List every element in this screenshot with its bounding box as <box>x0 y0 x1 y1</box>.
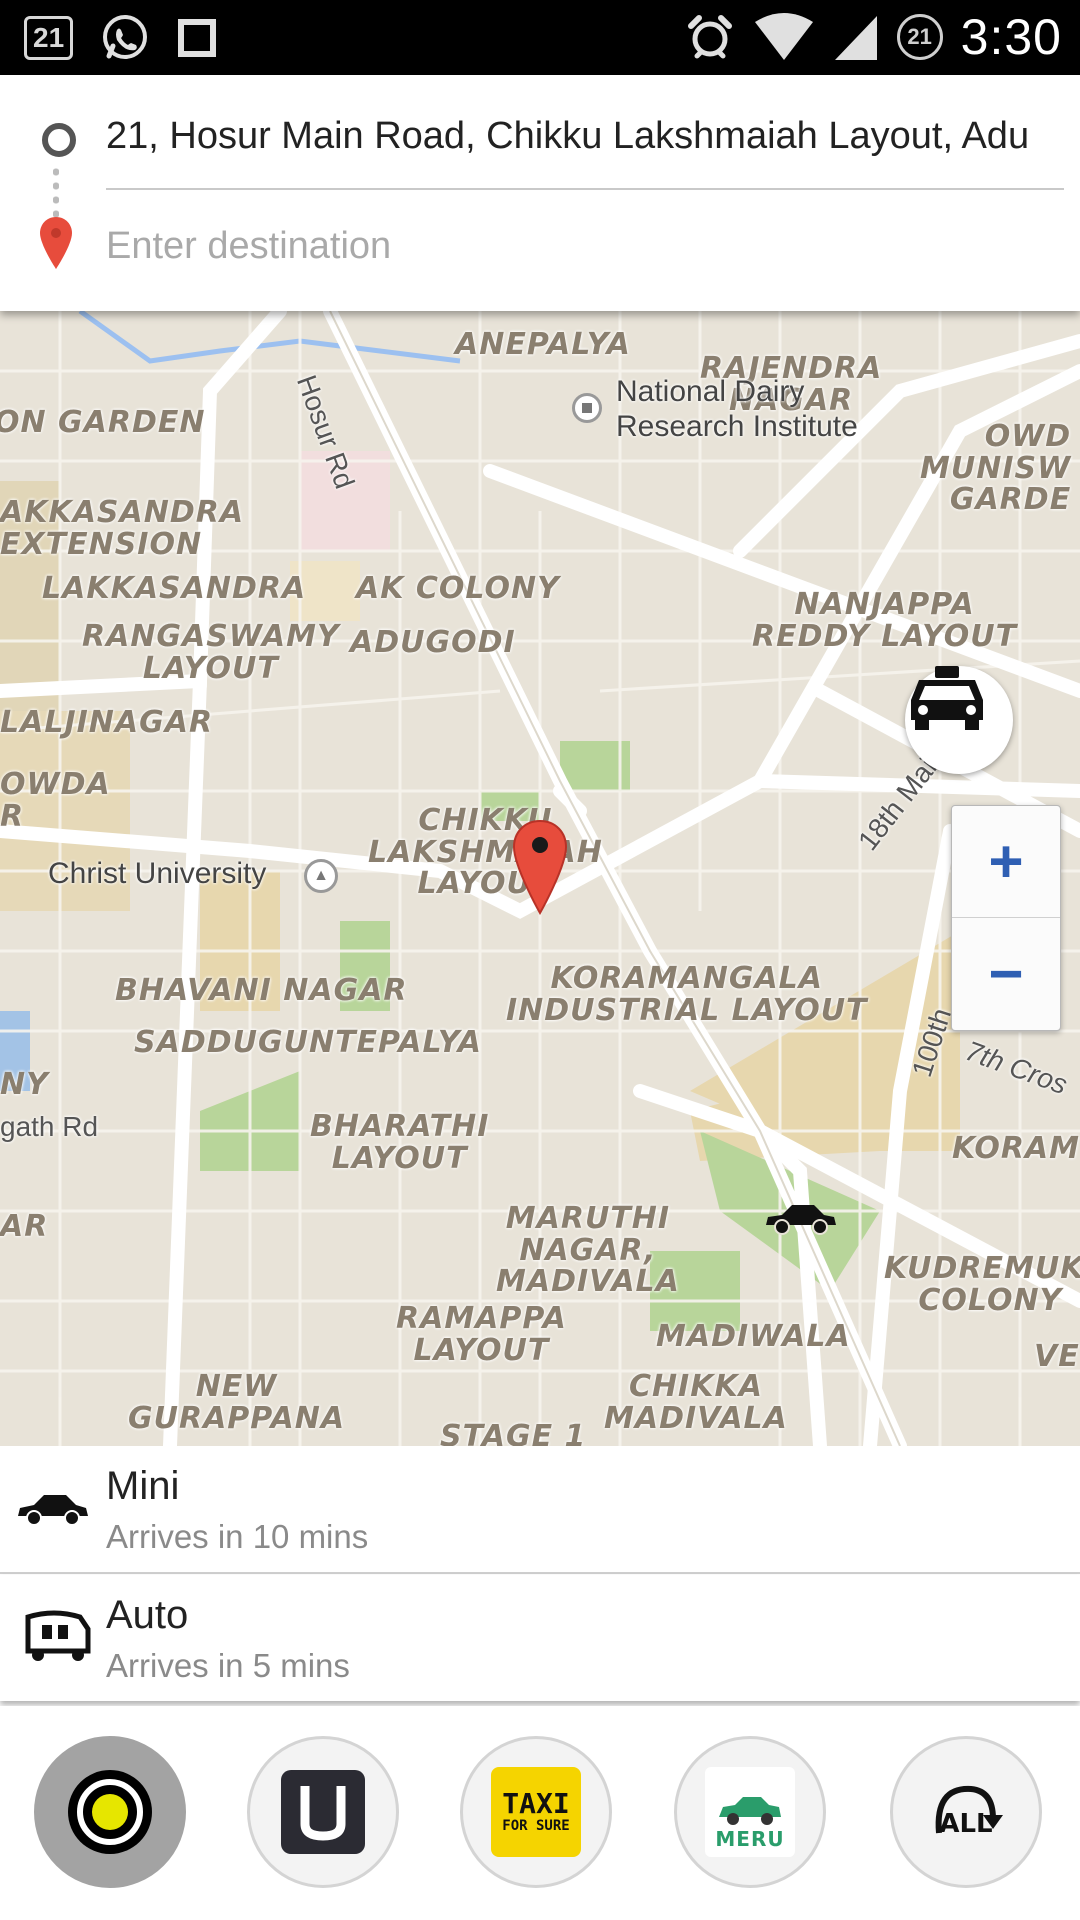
meru-car-icon <box>719 1797 781 1825</box>
all-label: ALL <box>939 1809 993 1839</box>
status-bar: 21 21 3:30 <box>0 0 1080 75</box>
map-area-label: ADUGODI <box>350 625 516 660</box>
map-area-label: ANEPALYA <box>455 327 631 362</box>
map-area-label: KORAM <box>952 1131 1080 1166</box>
poi-label[interactable]: National Dairy Research Institute <box>616 375 858 444</box>
map-area-label: OWDA R <box>0 767 111 834</box>
taxiforsure-logo: TAXI FOR SURE <box>491 1767 581 1857</box>
map-area-label: KORAMANGALA INDUSTRIAL LAYOUT <box>506 961 868 1028</box>
ride-eta: Arrives in 5 mins <box>106 1647 350 1684</box>
nearby-car-icon <box>766 1205 836 1235</box>
map-area-label: VE <box>1034 1339 1080 1374</box>
meru-logo: MERU <box>705 1767 795 1857</box>
meru-label: MERU <box>715 1827 785 1851</box>
pickup-location-pin-icon[interactable] <box>511 819 569 915</box>
map-area-label: NANJAPPA REDDY LAYOUT <box>752 587 1018 654</box>
ride-option-auto[interactable]: Auto Arrives in 5 mins <box>0 1575 1080 1701</box>
map-area-label: AR <box>0 1209 49 1244</box>
ride-name: Auto <box>106 1593 189 1637</box>
trip-address-panel: 21, Hosur Main Road, Chikku Lakshmaiah L… <box>0 75 1080 311</box>
map-area-label: SADDUGUNTEPALYA <box>134 1025 483 1060</box>
poi-label[interactable]: Christ University <box>48 857 266 892</box>
wifi-icon <box>754 13 813 60</box>
screenshot-square-icon <box>178 19 217 57</box>
map-area-label: LALJINAGAR <box>0 705 214 740</box>
car-icon <box>18 1495 88 1526</box>
provider-all-button[interactable]: ALL <box>890 1736 1042 1888</box>
ola-logo-icon <box>68 1770 152 1854</box>
zoom-controls: + − <box>951 805 1061 1031</box>
map-area-label: RAMAPPA LAYOUT <box>396 1301 567 1368</box>
notification-count-icon: 21 <box>24 16 74 60</box>
auto-rickshaw-icon <box>25 1610 91 1661</box>
provider-bar: TAXI FOR SURE MERU ALL <box>0 1706 1080 1920</box>
map-area-label: ON GARDEN <box>0 405 206 440</box>
map-area-label: STAGE 1 <box>440 1419 587 1446</box>
university-marker-icon: ▲ <box>304 859 338 893</box>
taxi-icon <box>911 666 983 730</box>
map-area-label: BHARATHI LAYOUT <box>310 1109 490 1176</box>
provider-ola-button[interactable] <box>34 1736 186 1888</box>
address-divider <box>106 188 1064 190</box>
provider-meru-button[interactable]: MERU <box>674 1736 826 1888</box>
destination-input[interactable]: Enter destination <box>106 225 391 268</box>
provider-uber-button[interactable] <box>247 1736 399 1888</box>
map-area-label: KUDREMUKI COLONY <box>884 1251 1080 1318</box>
battery-level-icon: 21 <box>896 14 943 60</box>
map-area-label: RANGASWAMY LAYOUT <box>82 619 340 686</box>
map-area-label: OWD MUNISW GARDE <box>920 419 1072 517</box>
map-area-label: MADIWALA <box>656 1319 851 1354</box>
taxiforsure-sublabel: FOR SURE <box>502 1817 570 1834</box>
clock: 3:30 <box>960 9 1062 65</box>
provider-taxiforsure-button[interactable]: TAXI FOR SURE <box>460 1736 612 1888</box>
destination-pin-icon <box>40 217 72 269</box>
ride-eta: Arrives in 10 mins <box>106 1518 369 1555</box>
zoom-in-button[interactable]: + <box>952 806 1060 918</box>
map-area-label: NEW GURAPPANA <box>128 1369 346 1436</box>
map-area-label: NY <box>0 1067 49 1102</box>
poi-marker-icon <box>572 393 602 423</box>
signal-icon <box>834 16 877 60</box>
alarm-icon <box>687 15 732 59</box>
ride-option-mini[interactable]: Mini Arrives in 10 mins <box>0 1446 1080 1574</box>
pickup-address-field[interactable]: 21, Hosur Main Road, Chikku Lakshmaiah L… <box>106 115 1066 158</box>
taxi-fab-button[interactable] <box>905 666 1013 774</box>
zoom-out-button[interactable]: − <box>952 918 1060 1029</box>
map-area-label: BHAVANI NAGAR <box>115 973 408 1008</box>
map-area-label: LAKKASANDRA <box>42 571 307 606</box>
map-view[interactable]: ANEPALYA RAJENDRA NAGAR ON GARDEN OWD MU… <box>0 311 1080 1446</box>
uber-logo-icon <box>281 1770 365 1854</box>
whatsapp-icon <box>103 15 148 59</box>
map-area-label: CHIKKA MADIVALA <box>604 1369 788 1436</box>
map-area-label: MARUTHI NAGAR, MADIVALA <box>496 1201 680 1299</box>
map-area-label: AKKASANDRA EXTENSION <box>0 495 245 562</box>
taxiforsure-label: TAXI <box>502 1786 570 1820</box>
pickup-marker-icon <box>42 123 76 157</box>
road-label: gath Rd <box>0 1111 99 1142</box>
ride-name: Mini <box>106 1464 180 1508</box>
map-area-label: AK COLONY <box>356 571 560 606</box>
